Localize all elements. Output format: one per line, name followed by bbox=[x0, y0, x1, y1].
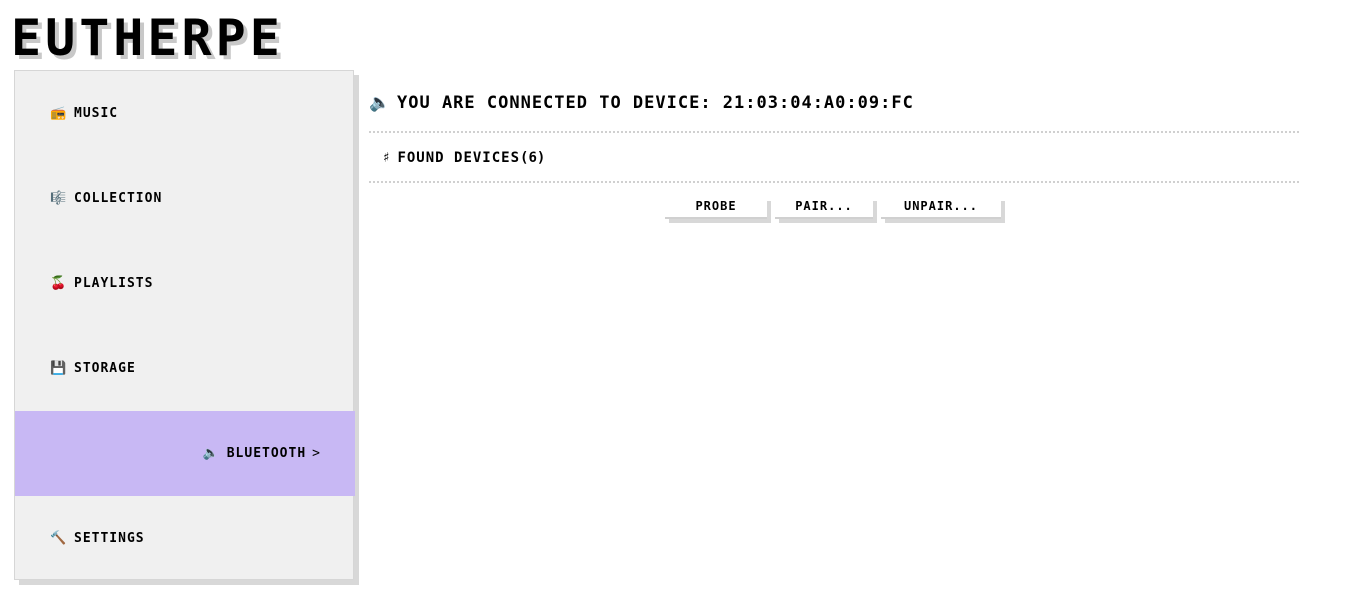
connection-status-text: YOU ARE CONNECTED TO DEVICE: 21:03:04:A0… bbox=[397, 93, 914, 113]
floppy-disk-icon: 💾 bbox=[50, 361, 68, 376]
hammer-icon: 🔨 bbox=[50, 531, 68, 546]
divider bbox=[369, 181, 1299, 183]
unpair-button[interactable]: UNPAIR... bbox=[881, 197, 1001, 219]
sidebar-item-playlists[interactable]: 🍒 PLAYLISTS bbox=[15, 241, 355, 326]
device-actions: PROBE PAIR... UNPAIR... bbox=[665, 197, 1001, 219]
sidebar-item-settings[interactable]: 🔨 SETTINGS bbox=[15, 496, 355, 581]
sharp-icon: ♯ bbox=[382, 150, 392, 166]
chevron-right-icon: > bbox=[312, 446, 321, 461]
found-devices-header[interactable]: ♯ FOUND DEVICES (6) bbox=[382, 149, 545, 167]
app-title: EUTHERPE bbox=[11, 9, 284, 67]
sidebar-item-label: BLUETOOTH bbox=[226, 446, 307, 461]
sidebar-item-label: PLAYLISTS bbox=[74, 276, 154, 291]
sidebar-item-label: MUSIC bbox=[74, 106, 119, 121]
sidebar-item-label: STORAGE bbox=[74, 361, 136, 376]
speaker-icon: 🔈 bbox=[202, 446, 220, 461]
divider bbox=[369, 131, 1299, 133]
speaker-icon: 🔈 bbox=[369, 93, 392, 113]
connection-status: 🔈 YOU ARE CONNECTED TO DEVICE: 21:03:04:… bbox=[369, 92, 914, 114]
music-notes-icon: 🎼 bbox=[50, 191, 68, 206]
sidebar-item-label: COLLECTION bbox=[74, 191, 163, 206]
cherries-icon: 🍒 bbox=[50, 276, 68, 291]
found-devices-label: FOUND DEVICES bbox=[397, 150, 521, 166]
sidebar-item-bluetooth[interactable]: 🔈 BLUETOOTH > bbox=[15, 411, 355, 496]
sidebar: 📻 MUSIC 🎼 COLLECTION 🍒 PLAYLISTS 💾 STORA… bbox=[14, 70, 355, 581]
sidebar-item-label: SETTINGS bbox=[74, 531, 145, 546]
found-devices-count: (6) bbox=[520, 150, 546, 166]
sidebar-item-collection[interactable]: 🎼 COLLECTION bbox=[15, 156, 355, 241]
radio-icon: 📻 bbox=[50, 106, 68, 121]
sidebar-item-storage[interactable]: 💾 STORAGE bbox=[15, 326, 355, 411]
pair-button[interactable]: PAIR... bbox=[775, 197, 873, 219]
probe-button[interactable]: PROBE bbox=[665, 197, 767, 219]
sidebar-item-music[interactable]: 📻 MUSIC bbox=[15, 71, 355, 156]
